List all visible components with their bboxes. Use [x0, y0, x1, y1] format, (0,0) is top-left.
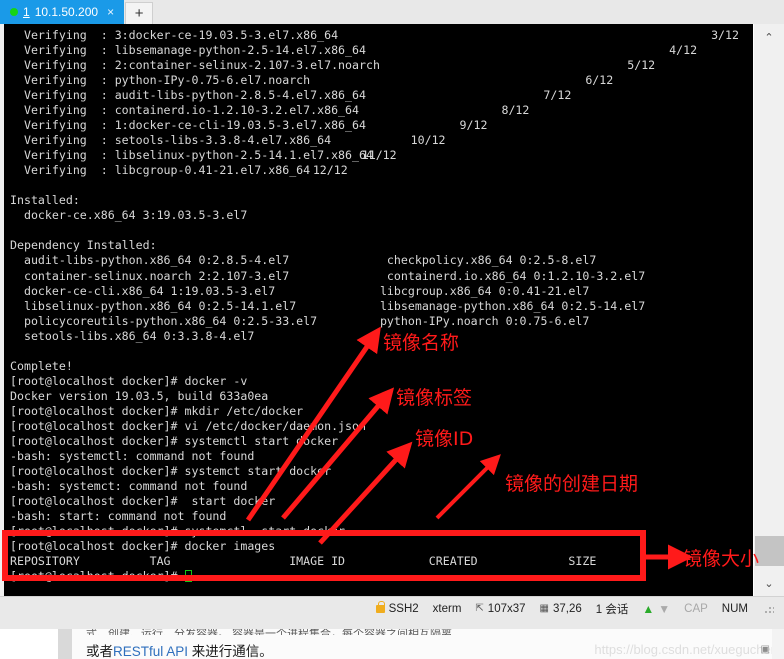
status-caps-lock: CAP	[684, 603, 708, 615]
document-side-icon: ▣	[760, 644, 770, 655]
terminal-line: docker-ce-cli.x86_64 1:19.03.5-3.el7 lib…	[10, 283, 590, 298]
terminal-line: -bash: systemct: command not found	[10, 478, 248, 493]
scrollbar-track[interactable]	[753, 50, 784, 570]
terminal-line-counter: 5/12	[627, 58, 656, 73]
upload-arrow-icon: ▲	[642, 601, 655, 616]
cursor-position-icon: ▦	[539, 603, 549, 614]
tab-index: 1	[23, 5, 30, 19]
new-tab-button[interactable]: +	[125, 2, 154, 24]
status-terminal-type-label: xterm	[432, 602, 462, 615]
document-paragraph: 或者RESTful API 来进行通信。	[86, 640, 273, 659]
terminal-line: [root@localhost docker]# docker -v	[10, 373, 248, 388]
status-cursor-position: ▦ 37,26	[540, 603, 582, 615]
status-terminal-type: xterm	[433, 603, 462, 615]
terminal-tab[interactable]: 1 10.1.50.200 ×	[0, 0, 125, 24]
lock-icon	[375, 600, 385, 613]
terminal-output[interactable]: 3/12 Verifying : 3:docker-ce-19.03.5-3.e…	[4, 24, 753, 596]
terminal-line-counter: 4/12	[669, 43, 698, 58]
terminal-line: 8/12 Verifying : containerd.io-1.2.10-3.…	[10, 103, 753, 118]
close-icon[interactable]: ×	[103, 6, 118, 18]
terminal-prompt-line[interactable]: [root@localhost docker]#	[10, 569, 753, 584]
terminal-line: 11/12 Verifying : libselinux-python-2.5-…	[10, 148, 753, 163]
terminal-line: REPOSITORY TAG IMAGE ID CREATED SIZE	[10, 554, 597, 569]
terminal-line: Complete!	[10, 358, 73, 373]
terminal-line: [root@localhost docker]# systemct start …	[10, 463, 332, 478]
watermark: https://blog.csdn.net/xueguchen	[594, 642, 778, 657]
scroll-down-icon[interactable]: ⌄	[753, 570, 784, 596]
document-text-keyword: RESTful API	[113, 644, 189, 659]
document-clipped-line: 式、创建、运行、分发容器。 容器是一个进程集合，每个容器之间相互隔离	[86, 629, 453, 635]
terminal-scrollbar[interactable]: ⌃ ⌄	[753, 24, 784, 596]
status-protocol: SSH2	[375, 600, 419, 615]
terminal-line: Docker version 19.03.5, build 633a0ea	[10, 388, 269, 403]
terminal-line: [root@localhost docker]# start docker	[10, 493, 276, 508]
terminal-line: [root@localhost docker]# docker images	[10, 539, 276, 554]
status-num-lock: NUM	[722, 603, 748, 615]
resize-grip-icon[interactable]	[764, 603, 774, 614]
terminal-line: Installed:	[10, 193, 80, 208]
terminal-line: [root@localhost docker]# mkdir /etc/dock…	[10, 403, 304, 418]
terminal-line: policycoreutils-python.x86_64 0:2.5-33.e…	[10, 313, 590, 328]
terminal-line-counter: 12/12	[312, 163, 348, 178]
document-text-prefix: 或者	[86, 644, 113, 659]
terminal-line: Dependency Installed:	[10, 238, 157, 253]
terminal-line: [root@localhost docker]# vi /etc/docker/…	[10, 418, 366, 433]
terminal-line-counter: 9/12	[459, 118, 488, 133]
document-scrollbar[interactable]	[772, 629, 784, 659]
terminal-line: libselinux-python.x86_64 0:2.5-14.1.el7 …	[10, 298, 646, 313]
terminal-line: setools-libs.x86_64 0:3.3.8-4.el7	[10, 328, 255, 343]
terminal-line: container-selinux.noarch 2:2.107-3.el7 c…	[10, 268, 646, 283]
status-dimensions: ⇱ 107x37	[475, 603, 525, 615]
document-text-suffix: 来进行通信。	[188, 644, 273, 659]
terminal-line: [root@localhost docker]# systemctl start…	[10, 433, 339, 448]
status-protocol-label: SSH2	[388, 602, 419, 615]
terminal-line: 12/12 Verifying : libcgroup-0.41-21.el7.…	[10, 163, 753, 178]
status-cursor-position-label: 37,26	[552, 602, 582, 615]
tab-bar: 1 10.1.50.200 × +	[0, 0, 784, 24]
terminal-line: [root@localhost docker]# systemctl start…	[10, 524, 346, 539]
scrollbar-thumb[interactable]	[754, 536, 784, 566]
connection-status-dot	[10, 8, 18, 16]
scroll-up-icon[interactable]: ⌃	[753, 24, 784, 50]
terminal-line: 5/12 Verifying : 2:container-selinux-2.1…	[10, 58, 753, 73]
terminal-line: 6/12 Verifying : python-IPy-0.75-6.el7.n…	[10, 73, 753, 88]
status-caps-label: CAP	[684, 602, 708, 615]
terminal-line-counter: 10/12	[410, 133, 446, 148]
terminal-line-counter: 8/12	[501, 103, 530, 118]
terminal-panel: 3/12 Verifying : 3:docker-ce-19.03.5-3.e…	[0, 24, 784, 596]
terminal-line: 3/12 Verifying : 3:docker-ce-19.03.5-3.e…	[10, 28, 753, 43]
terminal-line-counter: 7/12	[543, 88, 572, 103]
resize-icon: ⇱	[475, 603, 484, 614]
terminal-line: -bash: systemctl: command not found	[10, 448, 255, 463]
terminal-cursor	[184, 570, 192, 583]
status-num-label: NUM	[721, 602, 748, 615]
status-bar: SSH2 xterm ⇱ 107x37 ▦ 37,26 1 会话 ▲ ▼ CAP…	[0, 596, 784, 620]
document-top-strip	[0, 620, 784, 629]
terminal-line: 7/12 Verifying : audit-libs-python-2.8.5…	[10, 88, 753, 103]
status-dimensions-label: 107x37	[487, 602, 526, 615]
terminal-line: -bash: start: command not found	[10, 509, 227, 523]
screenshot-root: 1 10.1.50.200 × + 3/12 Verifying : 3:doc…	[0, 0, 784, 659]
terminal-line: 10/12 Verifying : setools-libs-3.3.8-4.e…	[10, 133, 753, 148]
document-left-gutter	[0, 629, 58, 659]
terminal-line: docker-ce.x86_64 3:19.03.5-3.el7	[10, 208, 248, 223]
status-sessions: 1 会话	[596, 601, 629, 617]
terminal-line: 9/12 Verifying : 1:docker-ce-cli-19.03.5…	[10, 118, 753, 133]
status-transfer-indicators: ▲ ▼	[642, 602, 670, 616]
terminal-line-counter: 11/12	[361, 148, 397, 163]
background-document: 式、创建、运行、分发容器。 容器是一个进程集合，每个容器之间相互隔离 或者RES…	[0, 620, 784, 659]
tab-title: 10.1.50.200	[34, 5, 99, 19]
terminal-line-counter: 6/12	[585, 73, 614, 88]
status-sessions-label: 1 会话	[595, 603, 629, 616]
terminal-line: audit-libs-python.x86_64 0:2.8.5-4.el7 c…	[10, 253, 597, 268]
document-rail	[58, 629, 72, 659]
download-arrow-icon: ▼	[658, 601, 671, 616]
terminal-line: 4/12 Verifying : libsemanage-python-2.5-…	[10, 43, 753, 58]
terminal-line-counter: 3/12	[711, 28, 739, 42]
